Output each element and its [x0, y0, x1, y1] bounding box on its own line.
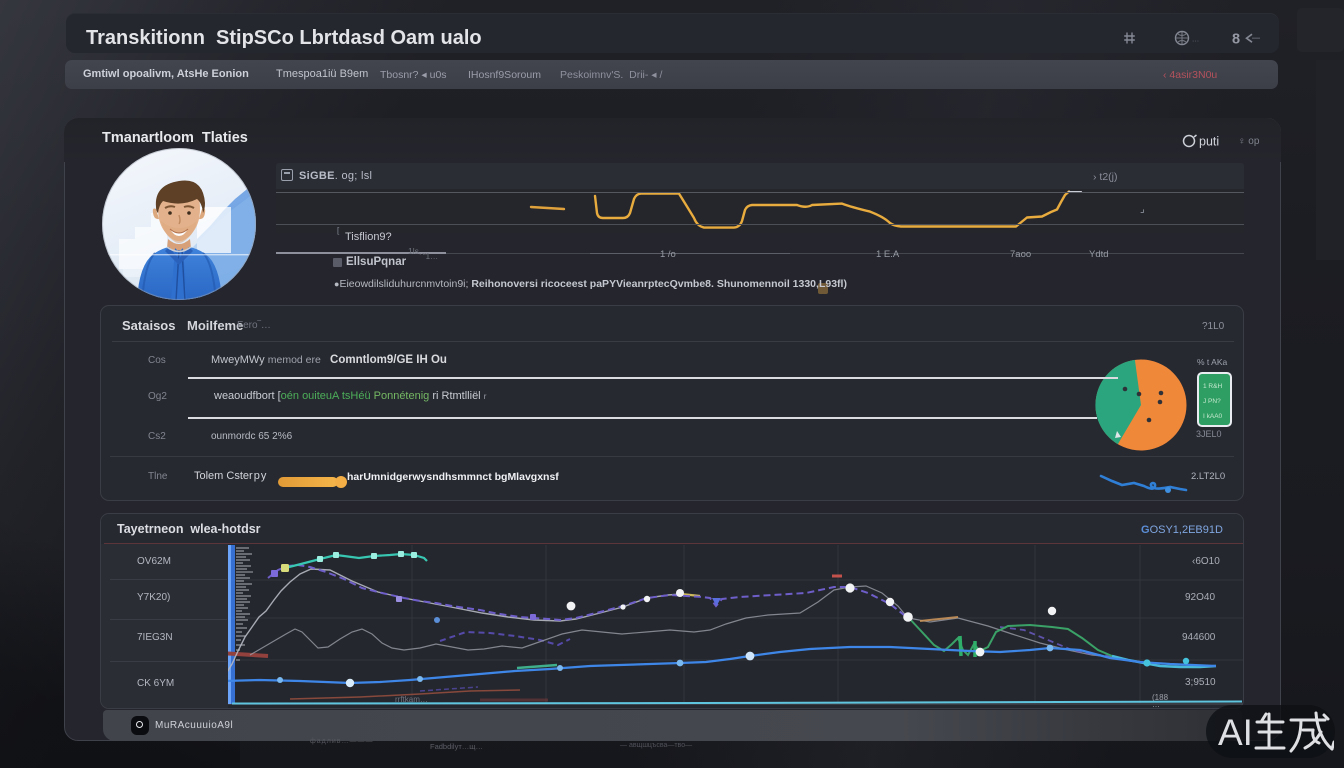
svg-text:puti: puti [1199, 135, 1219, 149]
svg-text:♀ op: ♀ op [1238, 136, 1260, 147]
svg-text:8: 8 [1232, 32, 1240, 48]
svg-text:rrftkam…: rrftkam… [395, 695, 428, 704]
svg-text:...: ... [1192, 34, 1199, 44]
